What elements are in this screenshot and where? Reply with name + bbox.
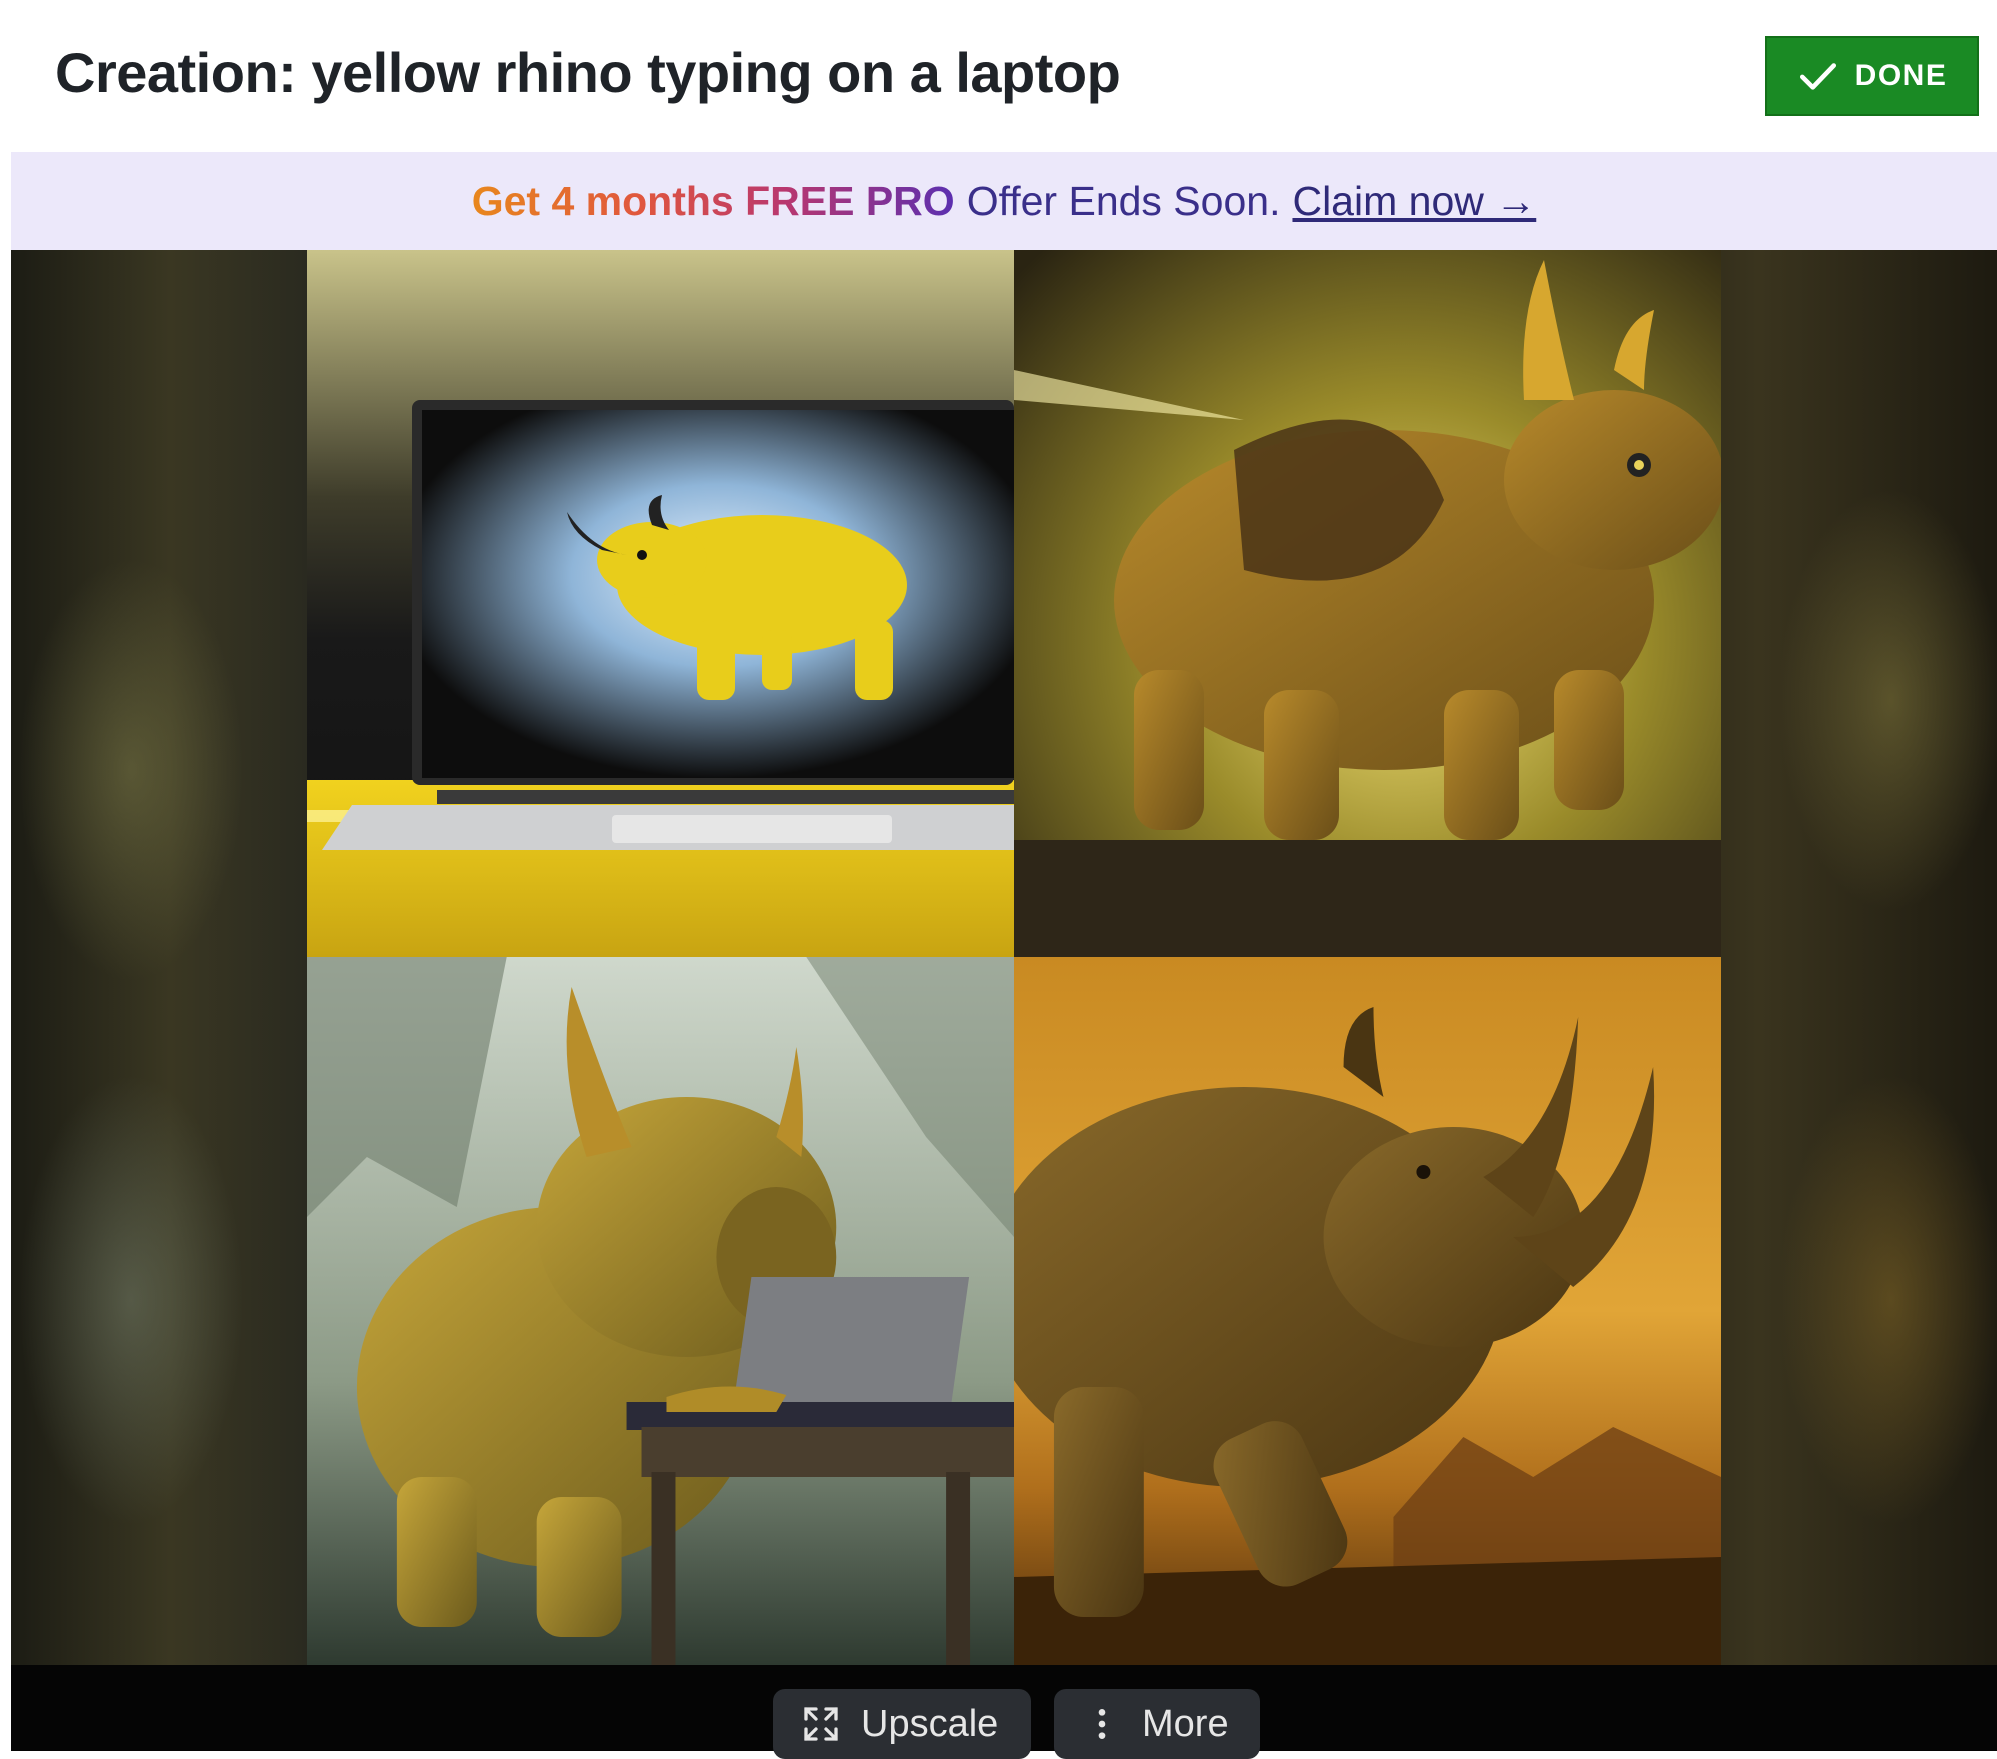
kebab-menu-icon bbox=[1098, 1709, 1106, 1739]
page-title: Creation: yellow rhino typing on a lapto… bbox=[55, 41, 1121, 104]
upscale-button[interactable]: Upscale bbox=[773, 1689, 1031, 1759]
rhino-desk-illustration bbox=[307, 957, 1014, 1665]
generated-image-3[interactable] bbox=[307, 957, 1014, 1665]
golden-rhino-illustration bbox=[1014, 250, 1721, 957]
creation-panel: Creation: yellow rhino typing on a lapto… bbox=[11, 0, 1997, 1759]
promo-banner: Get 4 months FREE PRO Offer Ends Soon. C… bbox=[11, 152, 1997, 250]
checkmark-icon bbox=[1799, 63, 1836, 90]
claim-now-link[interactable]: Claim now → bbox=[1292, 178, 1536, 225]
done-button[interactable]: DONE bbox=[1765, 36, 1979, 116]
generated-image-2[interactable] bbox=[1014, 250, 1721, 957]
generated-image-1[interactable] bbox=[307, 250, 1014, 957]
image-grid bbox=[307, 250, 1721, 1665]
promo-text: Offer Ends Soon. bbox=[966, 177, 1281, 224]
promo-highlight: Get 4 months FREE PRO bbox=[471, 177, 955, 224]
expand-icon bbox=[804, 1707, 838, 1741]
image-stage bbox=[11, 250, 1997, 1665]
upscale-label: Upscale bbox=[861, 1702, 999, 1745]
action-bar: Upscale More bbox=[11, 1665, 1997, 1759]
rhino-laptop-illustration bbox=[307, 250, 1014, 957]
generated-image-4[interactable] bbox=[1014, 957, 1721, 1665]
header: Creation: yellow rhino typing on a lapto… bbox=[11, 0, 1997, 152]
more-label: More bbox=[1142, 1702, 1229, 1745]
more-button[interactable]: More bbox=[1054, 1689, 1260, 1759]
desert-rhino-illustration bbox=[1014, 957, 1721, 1665]
done-label: DONE bbox=[1854, 59, 1948, 92]
